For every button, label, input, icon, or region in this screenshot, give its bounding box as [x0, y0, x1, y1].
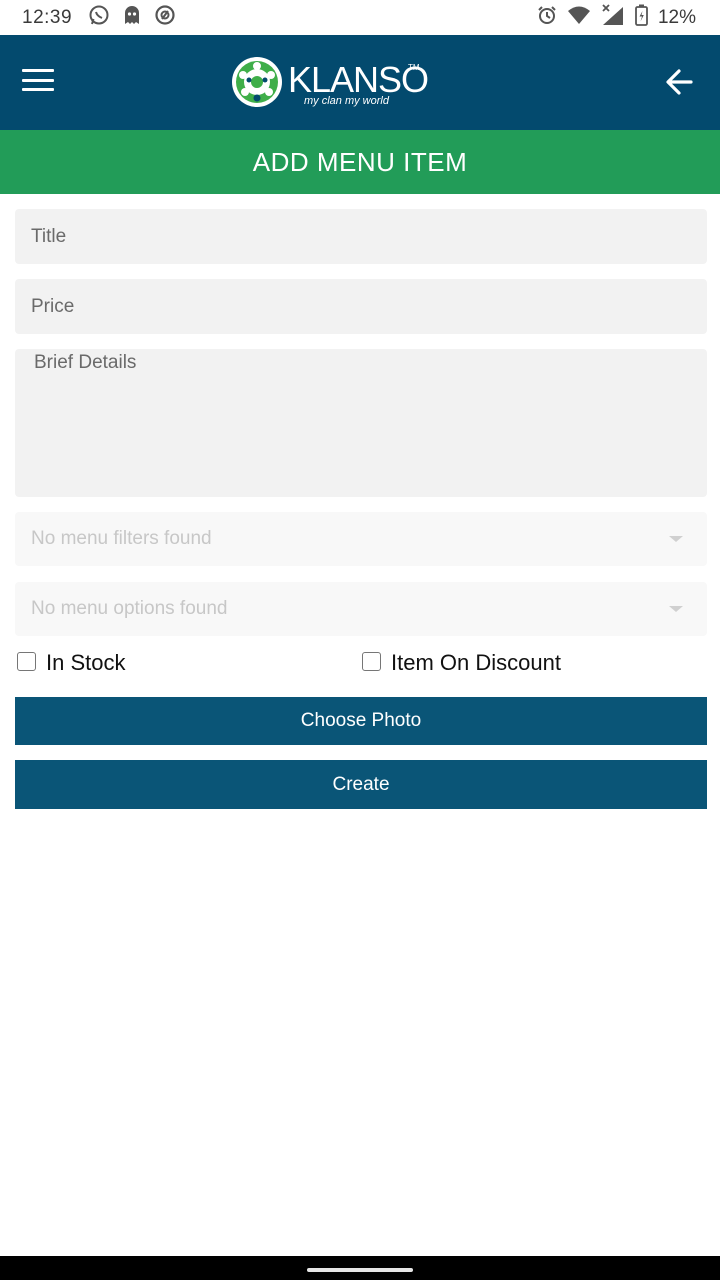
battery-icon — [635, 4, 648, 31]
item-on-discount-checkbox-box[interactable] — [362, 651, 381, 671]
in-stock-checkbox-box[interactable] — [17, 651, 36, 671]
hamburger-menu-icon[interactable] — [22, 69, 54, 95]
menu-filters-select-text: No menu filters found — [31, 528, 212, 549]
choose-photo-button[interactable]: Choose Photo — [15, 697, 707, 745]
item-on-discount-label: Item On Discount — [391, 650, 561, 675]
status-time: 12:39 — [22, 6, 73, 28]
menu-options-select-text: No menu options found — [31, 598, 228, 619]
klanso-logo: KLANSO TM my clan my world — [230, 55, 430, 111]
ghost-icon — [122, 4, 142, 31]
menu-filters-select[interactable]: No menu filters found — [15, 512, 707, 566]
create-button[interactable]: Create — [15, 760, 707, 809]
brief-details-textarea[interactable] — [15, 349, 707, 497]
chevron-down-icon — [669, 536, 683, 542]
in-stock-label: In Stock — [46, 650, 126, 675]
menu-options-select[interactable]: No menu options found — [15, 582, 707, 636]
page-title: ADD MENU ITEM — [252, 146, 468, 177]
app-header: KLANSO TM my clan my world — [0, 35, 720, 130]
whatsapp-icon — [88, 4, 110, 31]
circle-a-icon — [154, 4, 176, 31]
chevron-down-icon — [669, 606, 683, 612]
battery-percent: 12% — [657, 6, 696, 28]
checkbox-row: In Stock Item On Discount — [15, 636, 707, 694]
item-on-discount-checkbox[interactable]: Item On Discount — [362, 650, 561, 676]
wifi-icon — [567, 5, 591, 30]
title-input[interactable] — [15, 209, 707, 264]
add-menu-item-form: No menu filters found No menu options fo… — [15, 209, 707, 809]
status-notification-icons — [88, 4, 176, 31]
logo-trademark: TM — [408, 63, 420, 72]
back-arrow-icon[interactable] — [664, 65, 694, 99]
system-navigation-bar — [0, 1256, 720, 1280]
in-stock-checkbox[interactable]: In Stock — [17, 650, 125, 676]
price-input[interactable] — [15, 279, 707, 334]
alarm-icon — [537, 5, 557, 30]
signal-icon — [601, 4, 625, 31]
logo-tagline: my clan my world — [304, 95, 389, 107]
status-system-icons: 12% — [537, 0, 696, 35]
status-bar: 12:39 12% — [0, 0, 720, 35]
page-title-bar: ADD MENU ITEM — [0, 130, 720, 194]
home-gesture-handle[interactable] — [307, 1268, 413, 1272]
logo-wheel-icon — [232, 57, 282, 107]
